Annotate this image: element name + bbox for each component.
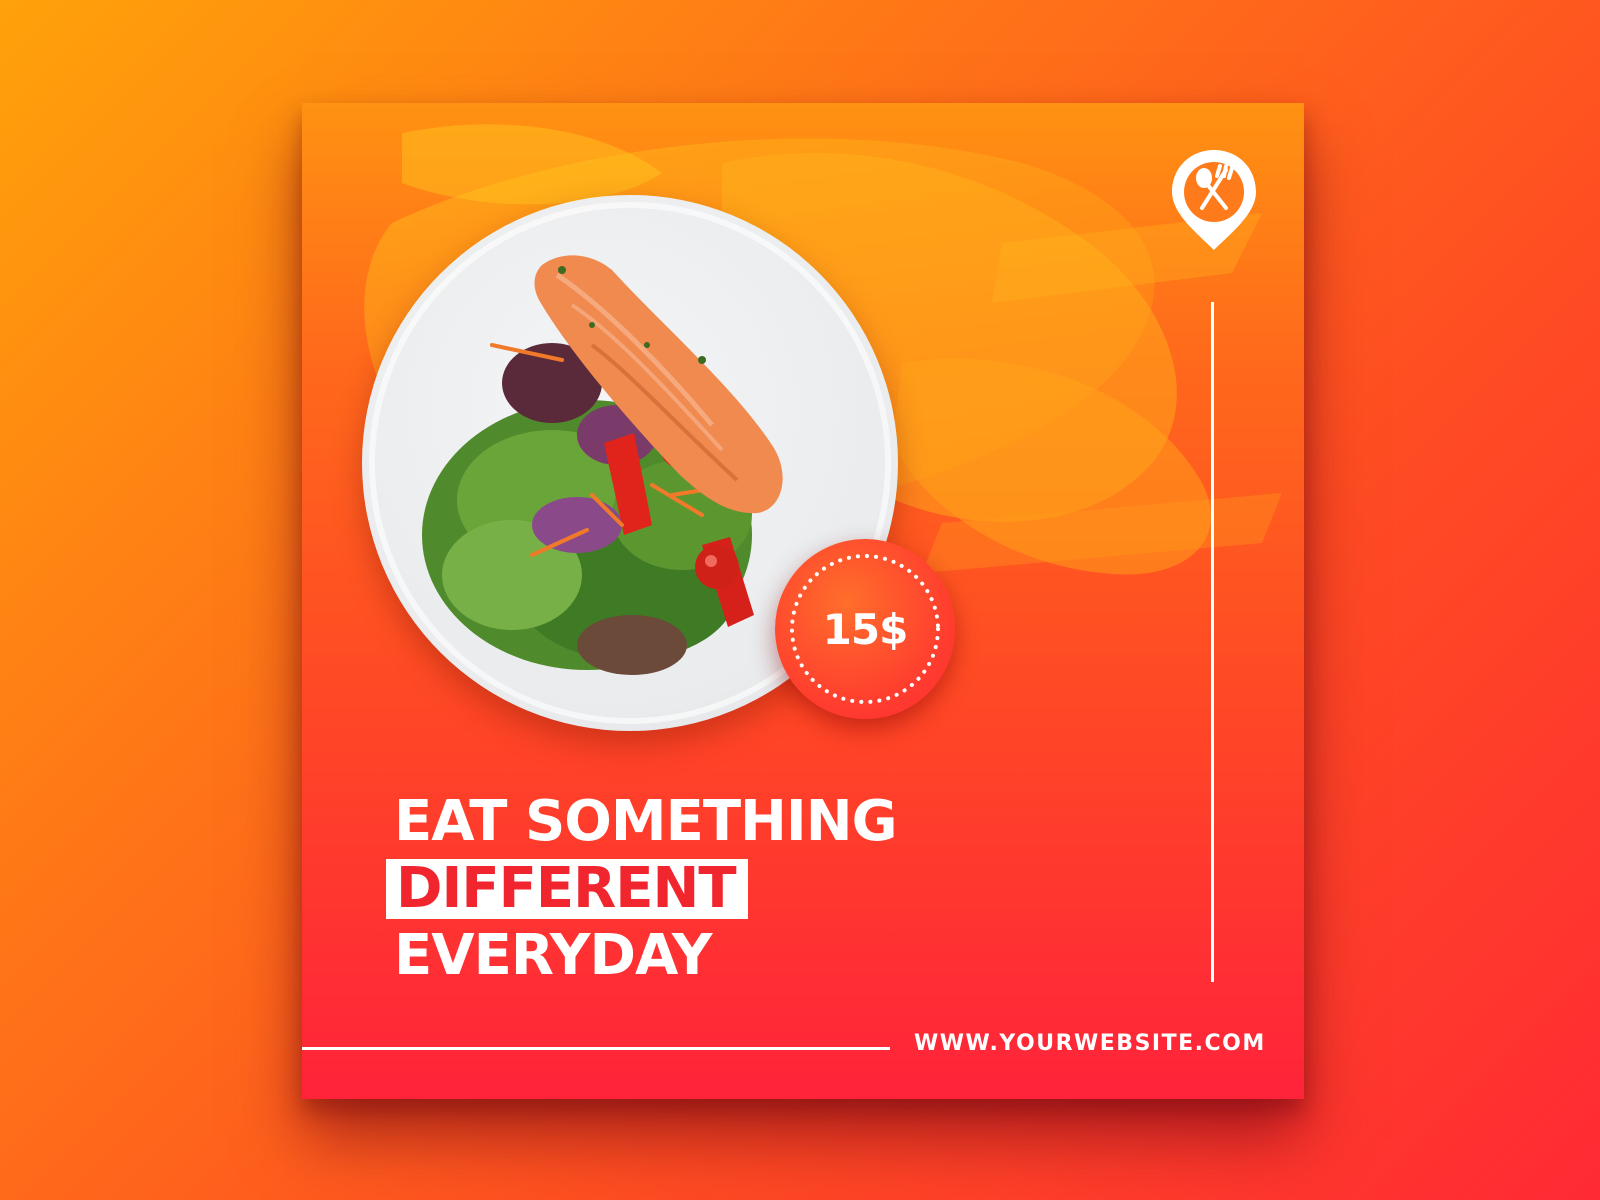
headline: EAT SOMETHING DIFFERENT EVERYDAY — [386, 789, 898, 989]
price-label: 15$ — [822, 604, 909, 654]
headline-line-2-highlight: DIFFERENT — [386, 859, 748, 919]
promo-card: 15$ EAT SOMETHING DIFFERENT EVERYDAY WWW… — [302, 103, 1304, 1099]
vertical-divider — [1211, 302, 1214, 982]
headline-line-1: EAT SOMETHING — [394, 789, 898, 854]
location-pin-cutlery-icon — [1172, 150, 1256, 250]
horizontal-divider — [302, 1047, 890, 1050]
price-badge: 15$ — [775, 539, 955, 719]
website-url[interactable]: WWW.YOURWEBSITE.COM — [914, 1031, 1266, 1056]
headline-line-3: EVERYDAY — [394, 923, 712, 988]
background: 15$ EAT SOMETHING DIFFERENT EVERYDAY WWW… — [0, 0, 1600, 1200]
